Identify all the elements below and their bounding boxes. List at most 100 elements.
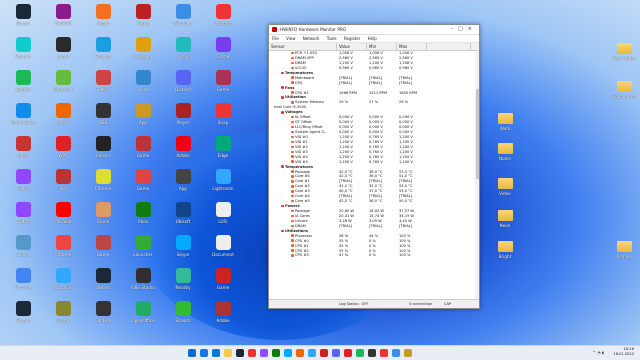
col-max[interactable]: Max	[397, 43, 427, 50]
desktop-folder[interactable]: Bright	[486, 238, 524, 270]
desktop-icon[interactable]: Game	[124, 169, 162, 201]
sensor-table-body[interactable]: PCH +1.05V 1,056 V 1,056 V 1,056 V DRAM VPP 2…	[269, 51, 479, 300]
minimize-icon[interactable]: –	[451, 26, 459, 32]
desktop-folder[interactable]: Work	[486, 110, 524, 142]
desktop-icon[interactable]: Vysor	[164, 37, 202, 69]
window-titlebar[interactable]: HWiNFO Hardware Monitor PRO –□×	[269, 25, 479, 35]
desktop-icon[interactable]: Stream	[164, 301, 202, 333]
scrollbar-thumb[interactable]	[475, 89, 479, 179]
menu-help[interactable]: Help	[368, 36, 377, 41]
taskbar-app-icon[interactable]	[380, 349, 388, 357]
desktop-icon[interactable]: Lunar	[44, 37, 82, 69]
taskbar-app-icon[interactable]	[392, 349, 400, 357]
desktop-icon[interactable]: Snap	[204, 103, 242, 135]
desktop-icon[interactable]: Stream	[84, 37, 122, 69]
desktop-icon[interactable]: Game	[124, 136, 162, 168]
taskbar-app-icon[interactable]	[308, 349, 316, 357]
desktop-folder[interactable]: Notes	[486, 140, 524, 172]
desktop-folder[interactable]: Neon	[486, 207, 524, 239]
col-min[interactable]: Min	[367, 43, 397, 50]
taskbar-app-icon[interactable]	[332, 349, 340, 357]
desktop-folder[interactable]: Video	[486, 175, 524, 207]
desktop-icon[interactable]: CCleaner	[124, 37, 162, 69]
desktop-folder[interactable]: Archive	[605, 238, 640, 270]
desktop-icon[interactable]: Adobe	[164, 136, 202, 168]
desktop-icon[interactable]: Windows	[164, 4, 202, 36]
desktop-icon[interactable]: Chrome	[4, 268, 42, 300]
desktop-icon[interactable]: Launcher	[124, 235, 162, 267]
desktop-icon[interactable]: WinRAR	[44, 4, 82, 36]
desktop-icon[interactable]: Discord	[164, 70, 202, 102]
tray-icons[interactable]: ^ ◔ ◖	[592, 350, 604, 355]
desktop-icon[interactable]: Player	[164, 103, 202, 135]
desktop-icon[interactable]: YouTube	[44, 202, 82, 234]
desktop-icon[interactable]: Valorant	[204, 4, 242, 36]
desktop-icon[interactable]: Game	[204, 268, 242, 300]
taskbar-app-icon[interactable]	[344, 349, 352, 357]
desktop-icon[interactable]: Game	[204, 70, 242, 102]
desktop-icon[interactable]: Setup	[124, 4, 162, 36]
desktop-icon[interactable]: Steam	[4, 4, 42, 36]
col-value[interactable]: Value	[337, 43, 367, 50]
desktop-icon[interactable]: Editor	[84, 70, 122, 102]
menu-file[interactable]: File	[272, 36, 279, 41]
speaker-icon[interactable]: ◖	[602, 350, 604, 355]
start-icon[interactable]	[188, 349, 196, 357]
wifi-icon[interactable]: ◔	[597, 350, 601, 355]
window-controls[interactable]: –□×	[451, 25, 477, 34]
desktop-icon[interactable]: Photo	[44, 103, 82, 135]
desktop-icon[interactable]: Skype	[164, 235, 202, 267]
taskbar-app-icon[interactable]	[272, 349, 280, 357]
desktop-icon[interactable]: Game	[84, 202, 122, 234]
chevron-up-icon[interactable]: ^	[592, 350, 595, 355]
desktop-icon[interactable]: LUTs	[204, 202, 242, 234]
hwinfo-window[interactable]: HWiNFO Hardware Monitor PRO –□× File Vie…	[268, 24, 480, 309]
taskbar-app-icon[interactable]	[368, 349, 376, 357]
taskbar-app-icon[interactable]	[224, 349, 232, 357]
desktop-icon[interactable]: Nearby	[164, 268, 202, 300]
desktop-icon[interactable]: Recuva	[4, 37, 42, 69]
desktop-icon[interactable]: Voice	[124, 70, 162, 102]
desktop-icon[interactable]: Adobe	[204, 301, 242, 333]
clock[interactable]: 16:18 16.01.2022	[613, 347, 634, 357]
desktop-icon[interactable]: Twitch	[4, 169, 42, 201]
taskbar-app-icon[interactable]	[236, 349, 244, 357]
desktop-icon[interactable]: Chrome	[44, 235, 82, 267]
desktop-icon[interactable]: Apps	[4, 136, 42, 168]
desktop-icon[interactable]: WPS	[44, 136, 82, 168]
taskbar-app-icon[interactable]	[320, 349, 328, 357]
taskbar-app-icon[interactable]	[212, 349, 220, 357]
desktop-icon[interactable]: OpenOffice	[124, 301, 162, 333]
desktop-icon[interactable]: OBS Studio	[124, 268, 162, 300]
taskbar-app-icon[interactable]	[404, 349, 412, 357]
desktop-icon[interactable]: App	[164, 169, 202, 201]
desktop-icon[interactable]: Corsair	[84, 136, 122, 168]
desktop-icon[interactable]: Lightroom	[204, 169, 242, 201]
sensor-row[interactable]: CPU #3 47 % 0 % 100 %	[269, 253, 479, 258]
desktop-icon[interactable]: App	[124, 103, 162, 135]
taskbar-app-icon[interactable]	[248, 349, 256, 357]
desktop-icon[interactable]: Game	[84, 235, 122, 267]
desktop-folder[interactable]: Documents	[605, 78, 640, 110]
desktop-icon[interactable]: Avast	[84, 4, 122, 36]
taskbar-app-icon[interactable]	[296, 349, 304, 357]
desktop-folder[interactable]: New Folder	[605, 40, 640, 72]
menu-tools[interactable]: Tools	[327, 36, 337, 41]
col-sensor[interactable]: Sensor	[269, 43, 337, 50]
taskbar-app-icon[interactable]	[260, 349, 268, 357]
scrollbar[interactable]	[475, 51, 479, 300]
maximize-icon[interactable]: □	[458, 26, 468, 32]
taskbar-app-icon[interactable]	[284, 349, 292, 357]
taskbar-app-icon[interactable]	[356, 349, 364, 357]
desktop-icon[interactable]: Steam	[84, 268, 122, 300]
desktop-icon[interactable]: TeamViewer	[4, 103, 42, 135]
menu-network[interactable]: Network	[303, 36, 320, 41]
menu-register[interactable]: Register	[344, 36, 360, 41]
desktop-icon[interactable]: Document	[204, 235, 242, 267]
desktop-icon[interactable]: Clash	[4, 235, 42, 267]
desktop-icon[interactable]: Spotify	[4, 70, 42, 102]
desktop-icon[interactable]: Steam	[4, 301, 42, 333]
menu-view[interactable]: View	[286, 36, 296, 41]
desktop-icon[interactable]: Game	[204, 37, 242, 69]
desktop-icon[interactable]: Chrome	[84, 169, 122, 201]
